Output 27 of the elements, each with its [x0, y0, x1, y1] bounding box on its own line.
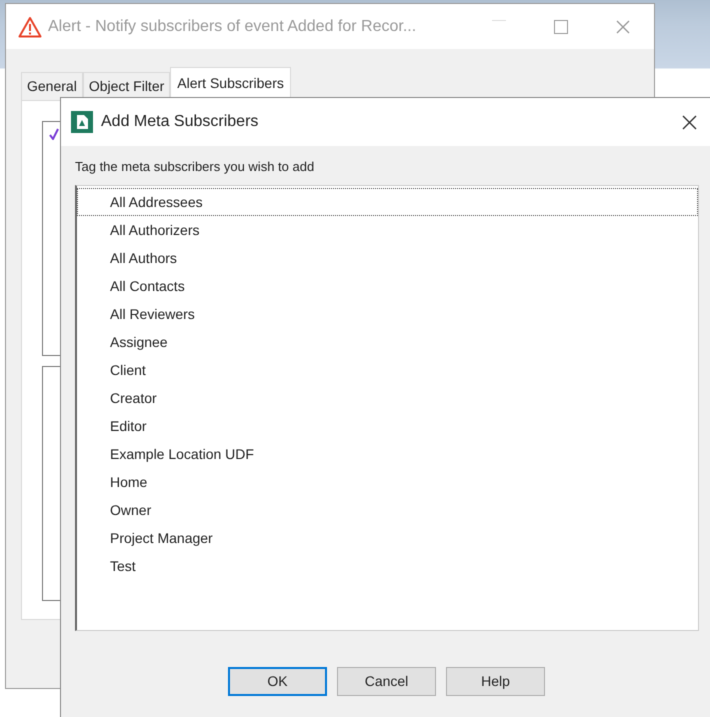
dialog-title: Add Meta Subscribers	[101, 112, 258, 132]
list-item[interactable]: All Authorizers	[77, 216, 698, 244]
dialog-button[interactable]: Cancel	[337, 667, 436, 696]
warning-icon	[18, 16, 42, 38]
tab[interactable]: Alert Subscribers	[170, 67, 291, 100]
list-item[interactable]: All Authors	[77, 244, 698, 272]
window-title: Alert - Notify subscribers of event Added for Recor...	[48, 16, 416, 36]
list-item[interactable]: Home	[77, 468, 698, 496]
app-icon	[71, 111, 93, 133]
list-item[interactable]: Test	[77, 552, 698, 580]
list-item[interactable]: Project Manager	[77, 524, 698, 552]
list-item[interactable]: Client	[77, 356, 698, 384]
list-item[interactable]: Owner	[77, 496, 698, 524]
list-item[interactable]: Example Location UDF	[77, 440, 698, 468]
instruction-text: Tag the meta subscribers you wish to add	[75, 158, 314, 176]
check-icon[interactable]	[49, 128, 59, 140]
dialog-button[interactable]: OK	[228, 667, 327, 696]
list-item[interactable]: All Addressees	[77, 188, 698, 216]
list-item[interactable]: Editor	[77, 412, 698, 440]
dialog-button[interactable]: Help	[446, 667, 545, 696]
list-item[interactable]: All Contacts	[77, 272, 698, 300]
list-item[interactable]: Creator	[77, 384, 698, 412]
maximize-icon[interactable]	[554, 20, 568, 34]
tab[interactable]: General	[21, 72, 83, 100]
list-item[interactable]: All Reviewers	[77, 300, 698, 328]
list-item[interactable]: Assignee	[77, 328, 698, 356]
close-icon[interactable]	[682, 114, 697, 130]
